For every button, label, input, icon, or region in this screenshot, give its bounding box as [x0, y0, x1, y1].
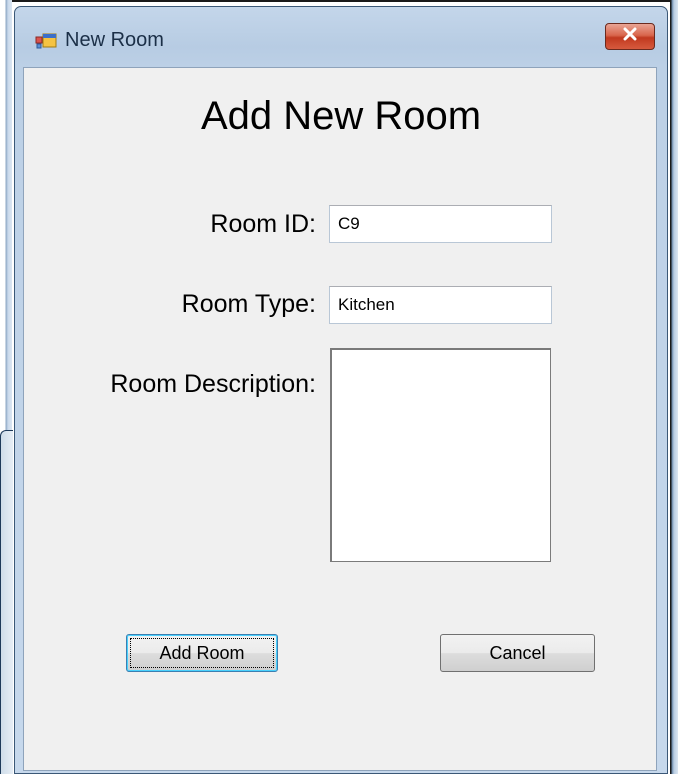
- room-type-label: Room Type:: [181, 290, 316, 318]
- room-type-input[interactable]: [329, 286, 552, 324]
- close-x-icon: [620, 26, 640, 47]
- screen: New Room Add New Room Room ID: Room Type…: [0, 0, 678, 774]
- cancel-button[interactable]: Cancel: [440, 634, 595, 672]
- room-description-label: Room Description:: [110, 370, 316, 398]
- room-id-label: Room ID:: [210, 210, 316, 238]
- room-description-textarea[interactable]: [330, 348, 551, 562]
- dialog-client-area: Add New Room Room ID: Room Type: Room De…: [23, 67, 657, 771]
- background-window-edge: [0, 0, 678, 2]
- add-room-button[interactable]: Add Room: [126, 634, 278, 672]
- background-window-shade: [0, 430, 13, 774]
- new-room-dialog: New Room Add New Room Room ID: Room Type…: [14, 6, 668, 774]
- background-window-right: [670, 0, 678, 774]
- cancel-button-label: Cancel: [489, 642, 546, 663]
- page-title: Add New Room: [200, 94, 482, 138]
- background-window-left: [0, 0, 13, 774]
- title-bar[interactable]: New Room: [15, 7, 667, 67]
- window-title: New Room: [65, 29, 164, 51]
- focus-rectangle: [130, 638, 274, 668]
- close-button[interactable]: [605, 23, 655, 50]
- form-app-icon: [35, 33, 57, 49]
- room-id-input[interactable]: [329, 205, 552, 243]
